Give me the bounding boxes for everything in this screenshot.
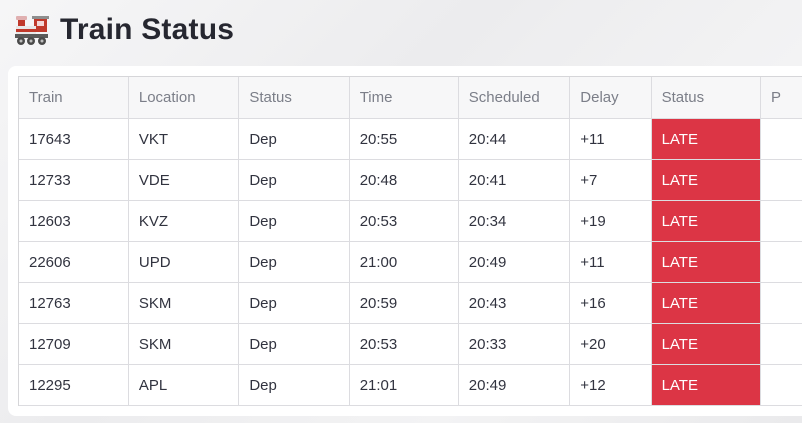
cell-status-flag: LATE [651, 200, 762, 242]
cell-extra [760, 241, 802, 283]
cell-train: 22606 [19, 241, 129, 283]
cell-status: Dep [238, 323, 350, 365]
cell-status: Dep [238, 200, 350, 242]
column-header-location[interactable]: Location [128, 77, 240, 119]
cell-delay: +11 [569, 118, 652, 160]
page-title: Train Status [60, 13, 235, 46]
cell-status: Dep [238, 159, 350, 201]
cell-status-flag: LATE [651, 118, 762, 160]
cell-train: 12733 [19, 159, 129, 201]
cell-location: UPD [128, 241, 240, 283]
table-row[interactable]: 12763 SKM Dep 20:59 20:43 +16 LATE [19, 282, 802, 324]
cell-scheduled: 20:49 [458, 364, 571, 406]
cell-status: Dep [238, 282, 350, 324]
cell-train: 12295 [19, 364, 129, 406]
cell-time: 20:48 [349, 159, 459, 201]
cell-delay: +20 [569, 323, 652, 365]
cell-location: VKT [128, 118, 240, 160]
cell-status: Dep [238, 364, 350, 406]
cell-extra [760, 364, 802, 406]
cell-status: Dep [238, 241, 350, 283]
cell-status-flag: LATE [651, 282, 762, 324]
cell-status-flag: LATE [651, 241, 762, 283]
table-row[interactable]: 12603 KVZ Dep 20:53 20:34 +19 LATE [19, 200, 802, 242]
cell-train: 12709 [19, 323, 129, 365]
column-header-delay[interactable]: Delay [569, 77, 652, 119]
app-page: Train Status Train Location Status Time … [0, 0, 802, 423]
cell-status-flag: LATE [651, 159, 762, 201]
column-header-status[interactable]: Status [238, 77, 350, 119]
cell-scheduled: 20:43 [458, 282, 571, 324]
table-row[interactable]: 17643 VKT Dep 20:55 20:44 +11 LATE [19, 118, 802, 160]
column-header-status-flag[interactable]: Status [651, 77, 762, 119]
cell-location: KVZ [128, 200, 240, 242]
table-row[interactable]: 12295 APL Dep 21:01 20:49 +12 LATE [19, 364, 802, 406]
cell-delay: +16 [569, 282, 652, 324]
cell-location: SKM [128, 282, 240, 324]
cell-extra [760, 323, 802, 365]
column-header-train[interactable]: Train [19, 77, 129, 119]
cell-extra [760, 118, 802, 160]
column-header-scheduled[interactable]: Scheduled [458, 77, 571, 119]
cell-delay: +12 [569, 364, 652, 406]
cell-time: 20:55 [349, 118, 459, 160]
column-header-time[interactable]: Time [349, 77, 459, 119]
cell-location: SKM [128, 323, 240, 365]
table-row[interactable]: 12709 SKM Dep 20:53 20:33 +20 LATE [19, 323, 802, 365]
cell-extra [760, 282, 802, 324]
cell-delay: +11 [569, 241, 652, 283]
cell-time: 21:01 [349, 364, 459, 406]
cell-location: APL [128, 364, 240, 406]
cell-extra [760, 200, 802, 242]
cell-scheduled: 20:44 [458, 118, 571, 160]
locomotive-icon [14, 12, 50, 48]
cell-scheduled: 20:49 [458, 241, 571, 283]
cell-time: 21:00 [349, 241, 459, 283]
cell-status: Dep [238, 118, 350, 160]
cell-time: 20:53 [349, 200, 459, 242]
cell-delay: +19 [569, 200, 652, 242]
cell-scheduled: 20:33 [458, 323, 571, 365]
train-status-table[interactable]: Train Location Status Time Scheduled Del… [18, 76, 802, 406]
cell-location: VDE [128, 159, 240, 201]
table-row[interactable]: 22606 UPD Dep 21:00 20:49 +11 LATE [19, 241, 802, 283]
cell-time: 20:53 [349, 323, 459, 365]
page-header: Train Status [14, 8, 234, 52]
cell-delay: +7 [569, 159, 652, 201]
column-header-extra[interactable]: P [760, 77, 802, 119]
cell-status-flag: LATE [651, 323, 762, 365]
cell-train: 12603 [19, 200, 129, 242]
cell-scheduled: 20:41 [458, 159, 571, 201]
cell-extra [760, 159, 802, 201]
cell-time: 20:59 [349, 282, 459, 324]
cell-status-flag: LATE [651, 364, 762, 406]
cell-scheduled: 20:34 [458, 200, 571, 242]
table-row[interactable]: 12733 VDE Dep 20:48 20:41 +7 LATE [19, 159, 802, 201]
cell-train: 12763 [19, 282, 129, 324]
table-header-row: Train Location Status Time Scheduled Del… [19, 77, 802, 119]
cell-train: 17643 [19, 118, 129, 160]
